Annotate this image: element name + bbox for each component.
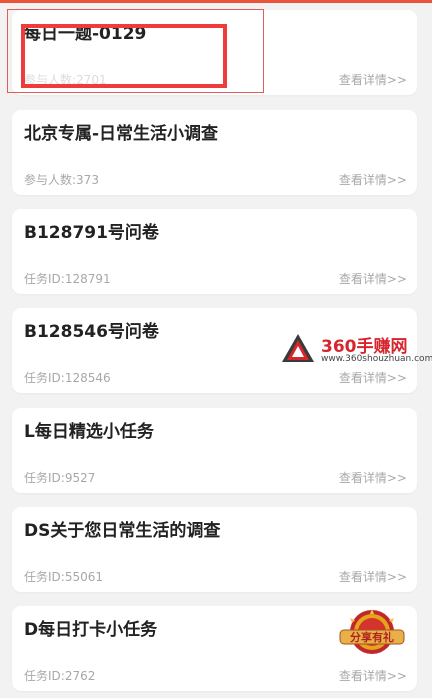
- task-participants: 参与人数:2701: [24, 73, 107, 87]
- task-card-4[interactable]: B128546号问卷 任务ID:128546 查看详情>>: [12, 308, 417, 393]
- task-card-3[interactable]: B128791号问卷 任务ID:128791 查看详情>>: [12, 209, 417, 294]
- task-list: 每日一题-0129 参与人数:2701 查看详情>> 北京专属-日常生活小调查 …: [0, 0, 432, 698]
- task-card-1[interactable]: 每日一题-0129 参与人数:2701 查看详情>>: [12, 10, 417, 95]
- view-details-link[interactable]: 查看详情>>: [339, 171, 407, 188]
- task-participants: 参与人数:373: [24, 173, 99, 187]
- task-id: 任务ID:128791: [24, 272, 111, 286]
- task-card-7[interactable]: D每日打卡小任务 任务ID:2762 查看详情>>: [12, 606, 417, 691]
- task-title: 每日一题-0129: [24, 24, 147, 44]
- task-title: B128546号问卷: [24, 322, 159, 342]
- view-details-link[interactable]: 查看详情>>: [339, 270, 407, 287]
- view-details-link[interactable]: 查看详情>>: [339, 369, 407, 386]
- task-card-6[interactable]: DS关于您日常生活的调查 任务ID:55061 查看详情>>: [12, 507, 417, 592]
- task-title: B128791号问卷: [24, 223, 159, 243]
- task-id: 任务ID:2762: [24, 669, 96, 683]
- task-title: D每日打卡小任务: [24, 620, 158, 640]
- view-details-link[interactable]: 查看详情>>: [339, 469, 407, 486]
- task-title: DS关于您日常生活的调查: [24, 521, 221, 541]
- task-card-5[interactable]: L每日精选小任务 任务ID:9527 查看详情>>: [12, 408, 417, 493]
- task-id: 任务ID:9527: [24, 471, 96, 485]
- task-id: 任务ID:55061: [24, 570, 103, 584]
- view-details-link[interactable]: 查看详情>>: [339, 667, 407, 684]
- view-details-link[interactable]: 查看详情>>: [339, 568, 407, 585]
- task-card-2[interactable]: 北京专属-日常生活小调查 参与人数:373 查看详情>>: [12, 110, 417, 195]
- task-title: 北京专属-日常生活小调查: [24, 124, 219, 144]
- task-title: L每日精选小任务: [24, 422, 154, 442]
- task-id: 任务ID:128546: [24, 371, 111, 385]
- view-details-link[interactable]: 查看详情>>: [339, 71, 407, 88]
